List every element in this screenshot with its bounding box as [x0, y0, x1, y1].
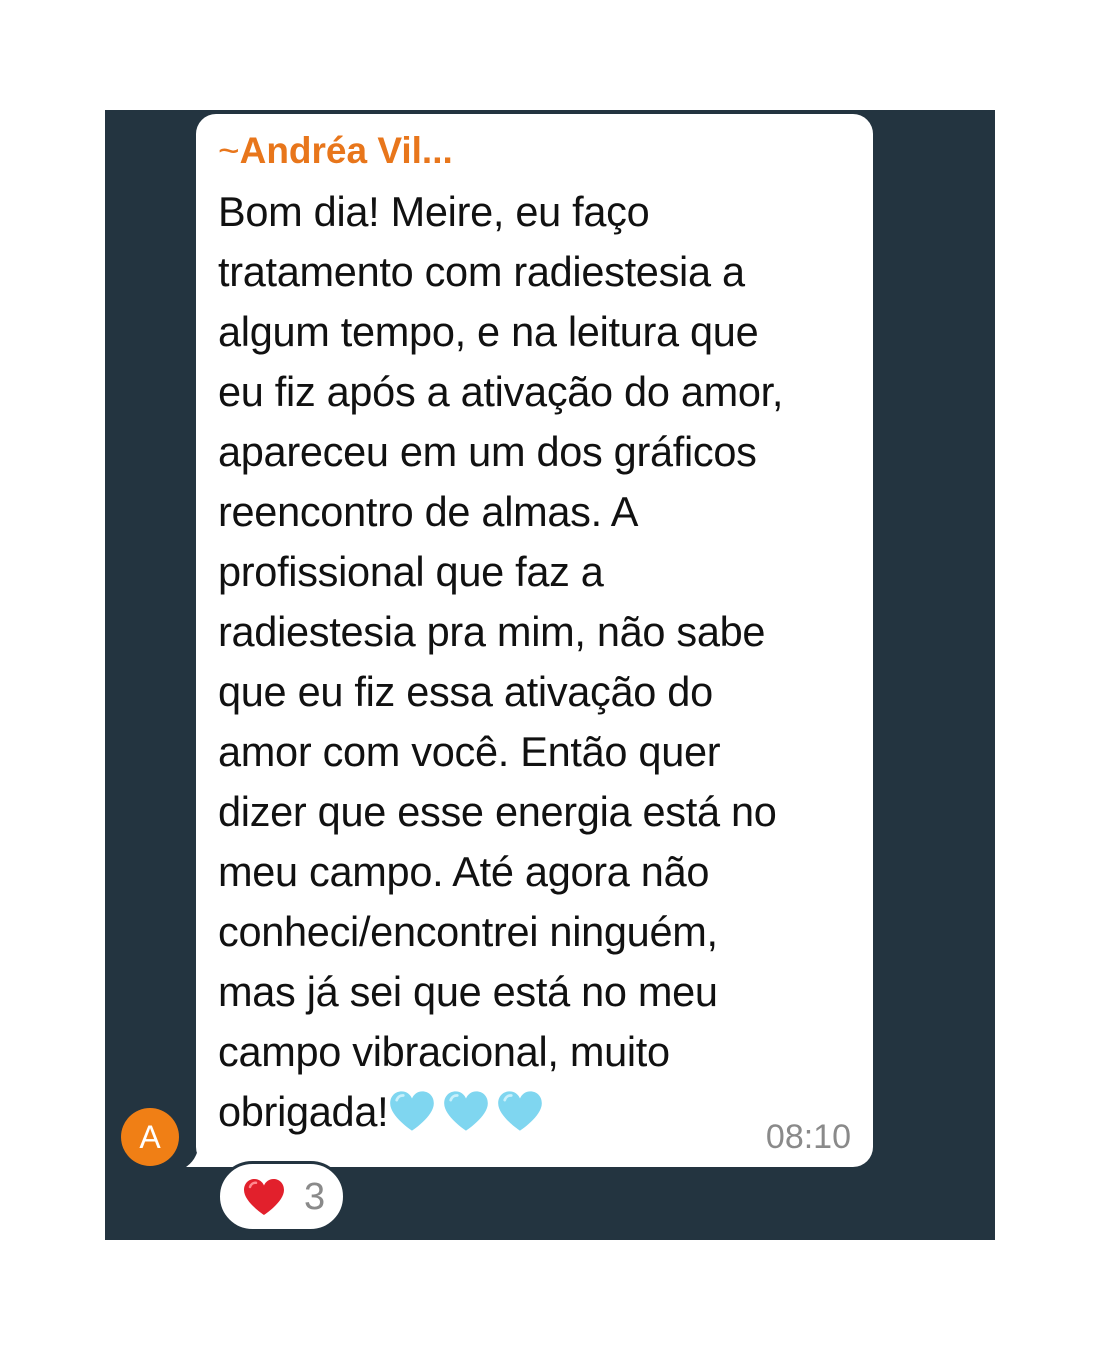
sender-name-text: Andréa Vil... — [239, 130, 453, 171]
message-body: Bom dia! Meire, eu faço tratamento com r… — [218, 182, 851, 1142]
light-blue-heart-icon — [498, 1091, 543, 1131]
sender-prefix: ~ — [218, 130, 240, 171]
reaction-pill[interactable]: 3 — [217, 1161, 346, 1232]
red-heart-icon — [244, 1178, 284, 1215]
emoji-row — [388, 1088, 550, 1135]
message-timestamp: 08:10 — [765, 1118, 851, 1156]
reaction-count: 3 — [304, 1175, 326, 1218]
light-blue-heart-icon — [390, 1091, 435, 1131]
light-blue-heart-icon — [444, 1091, 489, 1131]
avatar[interactable]: A — [121, 1108, 179, 1166]
message-text: Bom dia! Meire, eu faço tratamento com r… — [218, 188, 784, 1135]
message-bubble[interactable]: ~Andréa Vil... Bom dia! Meire, eu faço t… — [196, 114, 873, 1167]
sender-name[interactable]: ~Andréa Vil... — [218, 126, 851, 176]
